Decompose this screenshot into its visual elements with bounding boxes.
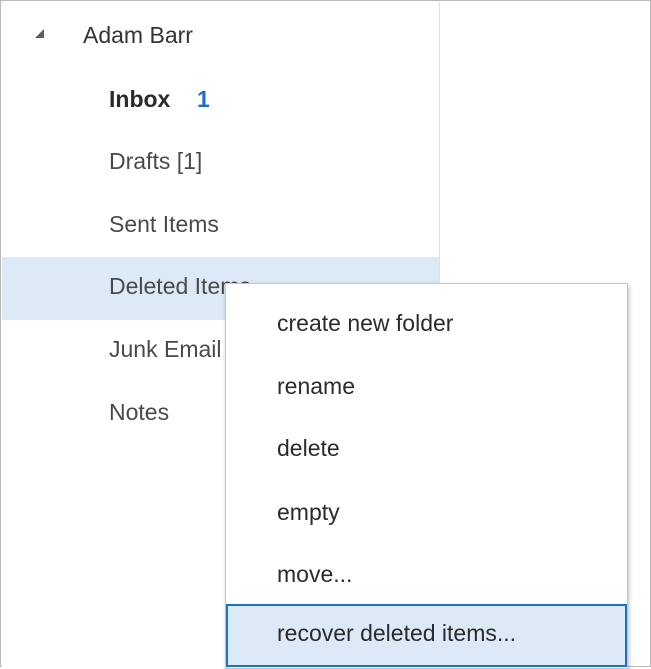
menu-item-delete[interactable]: delete <box>226 419 627 482</box>
folder-context-menu: create new folder rename delete empty mo… <box>225 283 628 669</box>
folder-label: Junk Email <box>109 336 222 362</box>
folder-label: Drafts [1] <box>109 148 203 174</box>
menu-item-rename[interactable]: rename <box>226 357 627 420</box>
collapse-arrow-icon[interactable] <box>35 29 44 38</box>
folder-label: Inbox <box>109 86 171 112</box>
account-name: Adam Barr <box>83 22 193 48</box>
menu-item-label: recover deleted items... <box>277 620 517 646</box>
folder-label: Sent Items <box>109 211 219 237</box>
menu-item-label: move... <box>277 561 353 587</box>
menu-item-recover-deleted-items[interactable]: recover deleted items... <box>226 604 627 667</box>
folder-item-sent-items[interactable]: Sent Items <box>2 195 439 258</box>
menu-item-empty[interactable]: empty <box>226 483 627 546</box>
menu-item-label: empty <box>277 499 340 525</box>
folder-item-drafts[interactable]: Drafts [1] <box>2 132 439 195</box>
menu-item-label: create new folder <box>277 310 454 336</box>
unread-count-badge: 1 <box>197 86 210 112</box>
menu-item-move[interactable]: move... <box>226 545 627 608</box>
menu-item-label: delete <box>277 435 340 461</box>
folder-item-inbox[interactable]: Inbox 1 <box>2 70 439 133</box>
folder-label: Notes <box>109 399 170 425</box>
menu-item-create-new-folder[interactable]: create new folder <box>226 294 627 357</box>
account-node[interactable]: Adam Barr <box>2 12 439 60</box>
menu-item-label: rename <box>277 373 355 399</box>
